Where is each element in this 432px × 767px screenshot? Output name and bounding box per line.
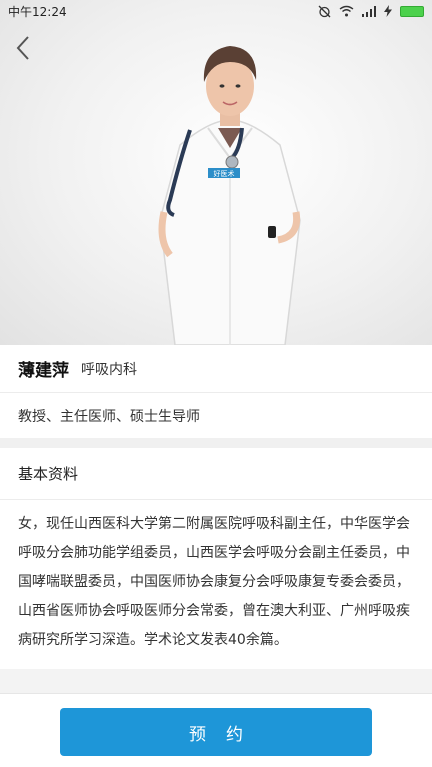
profile-bio: 女，现任山西医科大学第二附属医院呼吸科副主任，中华医学会呼吸分会肺功能学组委员，… bbox=[18, 516, 410, 648]
profile-heading: 基本资料 bbox=[0, 448, 432, 500]
name-row: 薄建萍 呼吸内科 bbox=[0, 345, 432, 393]
doctor-department: 呼吸内科 bbox=[81, 361, 137, 378]
status-icons bbox=[318, 5, 424, 18]
doctor-titles: 教授、主任医师、硕士生导师 bbox=[18, 408, 200, 425]
doctor-photo: 好医术 bbox=[158, 46, 301, 345]
chevron-left-icon bbox=[16, 36, 29, 60]
profile-card: 基本资料 女，现任山西医科大学第二附属医院呼吸科副主任，中华医学会呼吸分会肺功能… bbox=[0, 448, 432, 669]
signal-icon bbox=[362, 5, 376, 17]
status-time: 中午12:24 bbox=[8, 4, 67, 19]
back-button[interactable] bbox=[8, 32, 38, 64]
badge-text: 好医术 bbox=[214, 169, 235, 178]
status-bar: 中午12:24 bbox=[0, 0, 432, 22]
wifi-icon bbox=[339, 5, 354, 17]
book-appointment-button[interactable]: 预约 bbox=[60, 708, 372, 756]
bottom-action-bar: 预约 bbox=[0, 693, 432, 767]
battery-icon bbox=[400, 5, 424, 17]
doctor-name: 薄建萍 bbox=[18, 361, 69, 381]
doctor-hero: 中午12:24 好医术 bbox=[0, 0, 432, 345]
charging-icon bbox=[384, 5, 392, 17]
section-divider bbox=[0, 438, 432, 448]
doctor-info-card: 薄建萍 呼吸内科 教授、主任医师、硕士生导师 bbox=[0, 345, 432, 438]
alarm-off-icon bbox=[318, 5, 331, 17]
